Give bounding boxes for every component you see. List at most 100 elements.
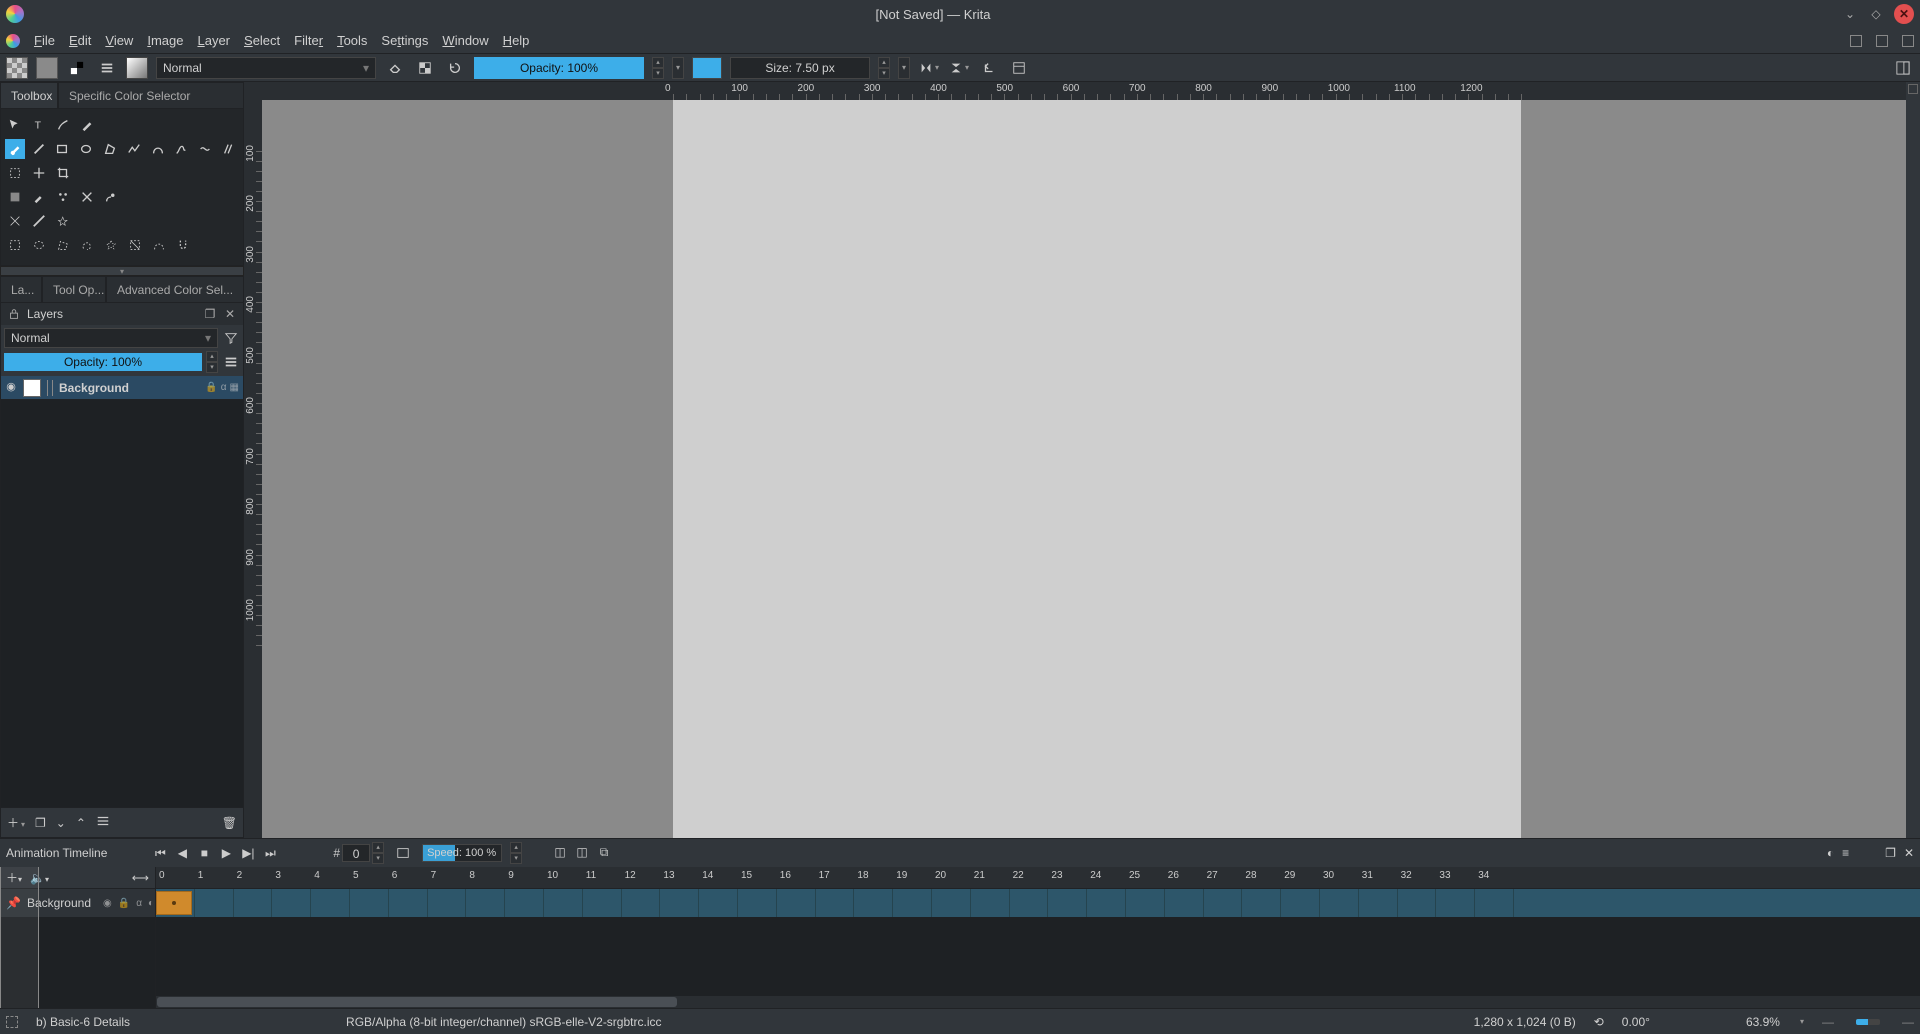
status-color-profile[interactable]: RGB/Alpha (8-bit integer/channel) sRGB-e… bbox=[346, 1015, 661, 1029]
prev-frame-button[interactable]: ◀ bbox=[175, 846, 189, 861]
bezier-tool-icon[interactable] bbox=[148, 139, 168, 159]
menu-layer[interactable]: Layer bbox=[197, 33, 230, 48]
brush-tool-icon[interactable] bbox=[5, 139, 25, 159]
move-layer-up-button[interactable]: ⌃ bbox=[76, 816, 86, 830]
zoom-slider[interactable] bbox=[1856, 1019, 1880, 1025]
vertical-ruler[interactable]: 1002003004005006007008009001000 bbox=[244, 100, 262, 838]
anim-float-icon[interactable]: ❐ bbox=[1885, 846, 1896, 860]
layer-blend-mode-select[interactable]: Normal bbox=[4, 328, 218, 348]
fill-tool-icon[interactable] bbox=[5, 187, 25, 207]
tl-alpha-icon[interactable]: α bbox=[136, 898, 142, 909]
layer-alpha-lock-icon[interactable]: α bbox=[221, 382, 227, 393]
layer-inherit-alpha-icon[interactable]: ▦ bbox=[230, 382, 239, 393]
ellipse-select-icon[interactable] bbox=[29, 235, 49, 255]
size-dropdown[interactable]: ▾ bbox=[898, 57, 910, 79]
zoom-out-icon[interactable]: — bbox=[1822, 1015, 1834, 1029]
menu-file[interactable]: File bbox=[34, 33, 55, 48]
selection-mode-icon[interactable] bbox=[6, 1016, 18, 1028]
dynamic-brush-icon[interactable] bbox=[195, 139, 215, 159]
layer-menu-icon[interactable] bbox=[222, 353, 240, 371]
canvas-page[interactable] bbox=[673, 100, 1521, 838]
polygonal-select-icon[interactable] bbox=[53, 235, 73, 255]
onion-skin-prev-icon[interactable]: ◫ bbox=[552, 845, 568, 861]
layer-properties-button[interactable] bbox=[96, 814, 110, 831]
opacity-slider[interactable]: Opacity: 100% bbox=[474, 57, 644, 79]
subwindow-max-icon[interactable] bbox=[1876, 35, 1888, 47]
anim-close-icon[interactable]: ✕ bbox=[1904, 846, 1914, 860]
duplicate-layer-button[interactable]: ❐ bbox=[35, 816, 46, 830]
move-tool-icon[interactable] bbox=[5, 115, 25, 135]
horizontal-ruler[interactable]: 0100200300400500600700800900100011001200 bbox=[262, 82, 1906, 100]
menu-settings[interactable]: Settings bbox=[381, 33, 428, 48]
text-tool-icon[interactable]: T bbox=[29, 115, 49, 135]
layer-lock-icon[interactable]: 🔒 bbox=[205, 382, 217, 393]
zoom-timeline-icon[interactable]: ⟷ bbox=[132, 871, 149, 885]
multi-brush-icon[interactable] bbox=[219, 139, 239, 159]
opacity-spinner[interactable]: ▴▾ bbox=[652, 57, 664, 79]
timeline-track[interactable] bbox=[156, 889, 1920, 917]
reload-preset-icon[interactable] bbox=[444, 57, 466, 79]
eraser-icon[interactable] bbox=[384, 57, 406, 79]
delete-layer-button[interactable]: 🗑 bbox=[222, 816, 237, 830]
mirror-vertical-icon[interactable]: ▾ bbox=[948, 57, 970, 79]
gradient-swatch[interactable] bbox=[36, 57, 58, 79]
ruler-origin-corner[interactable] bbox=[244, 82, 262, 100]
frame-number-spinner[interactable]: ▴▾ bbox=[372, 842, 384, 864]
frame-number-input[interactable]: 0 bbox=[342, 844, 370, 862]
filter-layers-icon[interactable] bbox=[222, 329, 240, 347]
calligraphy-tool-icon[interactable] bbox=[77, 115, 97, 135]
edit-shapes-tool-icon[interactable] bbox=[53, 115, 73, 135]
menu-help[interactable]: Help bbox=[503, 33, 530, 48]
similar-select-icon[interactable] bbox=[125, 235, 145, 255]
blend-mode-select[interactable]: Normal bbox=[156, 57, 376, 79]
polyline-tool-icon[interactable] bbox=[124, 139, 144, 159]
visibility-toggle-icon[interactable]: ◉ bbox=[5, 382, 17, 394]
timeline-hscrollbar[interactable] bbox=[156, 996, 1920, 1008]
tl-lock-icon[interactable]: 🔒 bbox=[118, 898, 130, 909]
workspace-icon[interactable] bbox=[1008, 57, 1030, 79]
rectangle-tool-icon[interactable] bbox=[53, 139, 73, 159]
color-picker-icon[interactable] bbox=[29, 187, 49, 207]
status-rotation[interactable]: 0.00° bbox=[1622, 1015, 1650, 1029]
polygon-tool-icon[interactable] bbox=[100, 139, 120, 159]
anim-menu-icon[interactable]: ≡ bbox=[1842, 846, 1849, 860]
speed-spinner[interactable]: ▴▾ bbox=[510, 842, 522, 864]
pattern-edit-icon[interactable] bbox=[53, 187, 73, 207]
onion-skin-next-icon[interactable]: ◫ bbox=[574, 845, 590, 861]
bezier-select-icon[interactable] bbox=[149, 235, 169, 255]
maximize-button[interactable]: ◇ bbox=[1868, 6, 1884, 22]
lock-docker-icon[interactable] bbox=[7, 307, 21, 321]
rect-select-icon[interactable] bbox=[5, 235, 25, 255]
play-button[interactable]: ▶ bbox=[219, 846, 233, 861]
layer-item-background[interactable]: ◉ Background 🔒 α ▦ bbox=[1, 376, 243, 400]
menu-image[interactable]: Image bbox=[147, 33, 183, 48]
goto-last-frame-button[interactable]: ⏭ bbox=[263, 846, 277, 861]
mirror-horizontal-icon[interactable]: ▾ bbox=[918, 57, 940, 79]
subwindow-close-icon[interactable] bbox=[1902, 35, 1914, 47]
zoom-in-icon[interactable]: — bbox=[1902, 1015, 1914, 1029]
layer-opacity-spinner[interactable]: ▴▾ bbox=[206, 351, 218, 373]
crop-tool-icon[interactable] bbox=[53, 163, 73, 183]
contiguous-select-icon[interactable] bbox=[101, 235, 121, 255]
drop-frames-icon[interactable] bbox=[392, 842, 414, 864]
zoom-dropdown-icon[interactable]: ▾ bbox=[1800, 1017, 1804, 1026]
ellipse-tool-icon[interactable] bbox=[76, 139, 96, 159]
status-pointer-icon[interactable]: ⟲ bbox=[1594, 1015, 1604, 1029]
goto-first-frame-button[interactable]: ⏮ bbox=[153, 846, 167, 861]
playback-speed-slider[interactable]: Speed: 100 % bbox=[422, 844, 502, 862]
close-docker-icon[interactable]: ✕ bbox=[223, 307, 237, 321]
add-layer-button[interactable]: ＋▾ bbox=[7, 814, 25, 831]
choose-workspace-icon[interactable] bbox=[1892, 57, 1914, 79]
opacity-dropdown[interactable]: ▾ bbox=[672, 57, 684, 79]
tab-advanced-color-selector[interactable]: Advanced Color Sel... bbox=[106, 276, 244, 302]
fg-color-chip[interactable] bbox=[692, 57, 722, 79]
menu-tools[interactable]: Tools bbox=[337, 33, 367, 48]
tab-specific-color-selector[interactable]: Specific Color Selector bbox=[58, 82, 244, 108]
close-button[interactable]: ✕ bbox=[1894, 4, 1914, 24]
subwindow-min-icon[interactable] bbox=[1850, 35, 1862, 47]
menu-view[interactable]: View bbox=[105, 33, 133, 48]
canvas-viewport[interactable] bbox=[262, 100, 1906, 838]
right-dock-toggle-icon[interactable] bbox=[1908, 84, 1918, 94]
assistant-tool-icon[interactable] bbox=[5, 211, 25, 231]
transform-tool-icon[interactable] bbox=[5, 163, 25, 183]
